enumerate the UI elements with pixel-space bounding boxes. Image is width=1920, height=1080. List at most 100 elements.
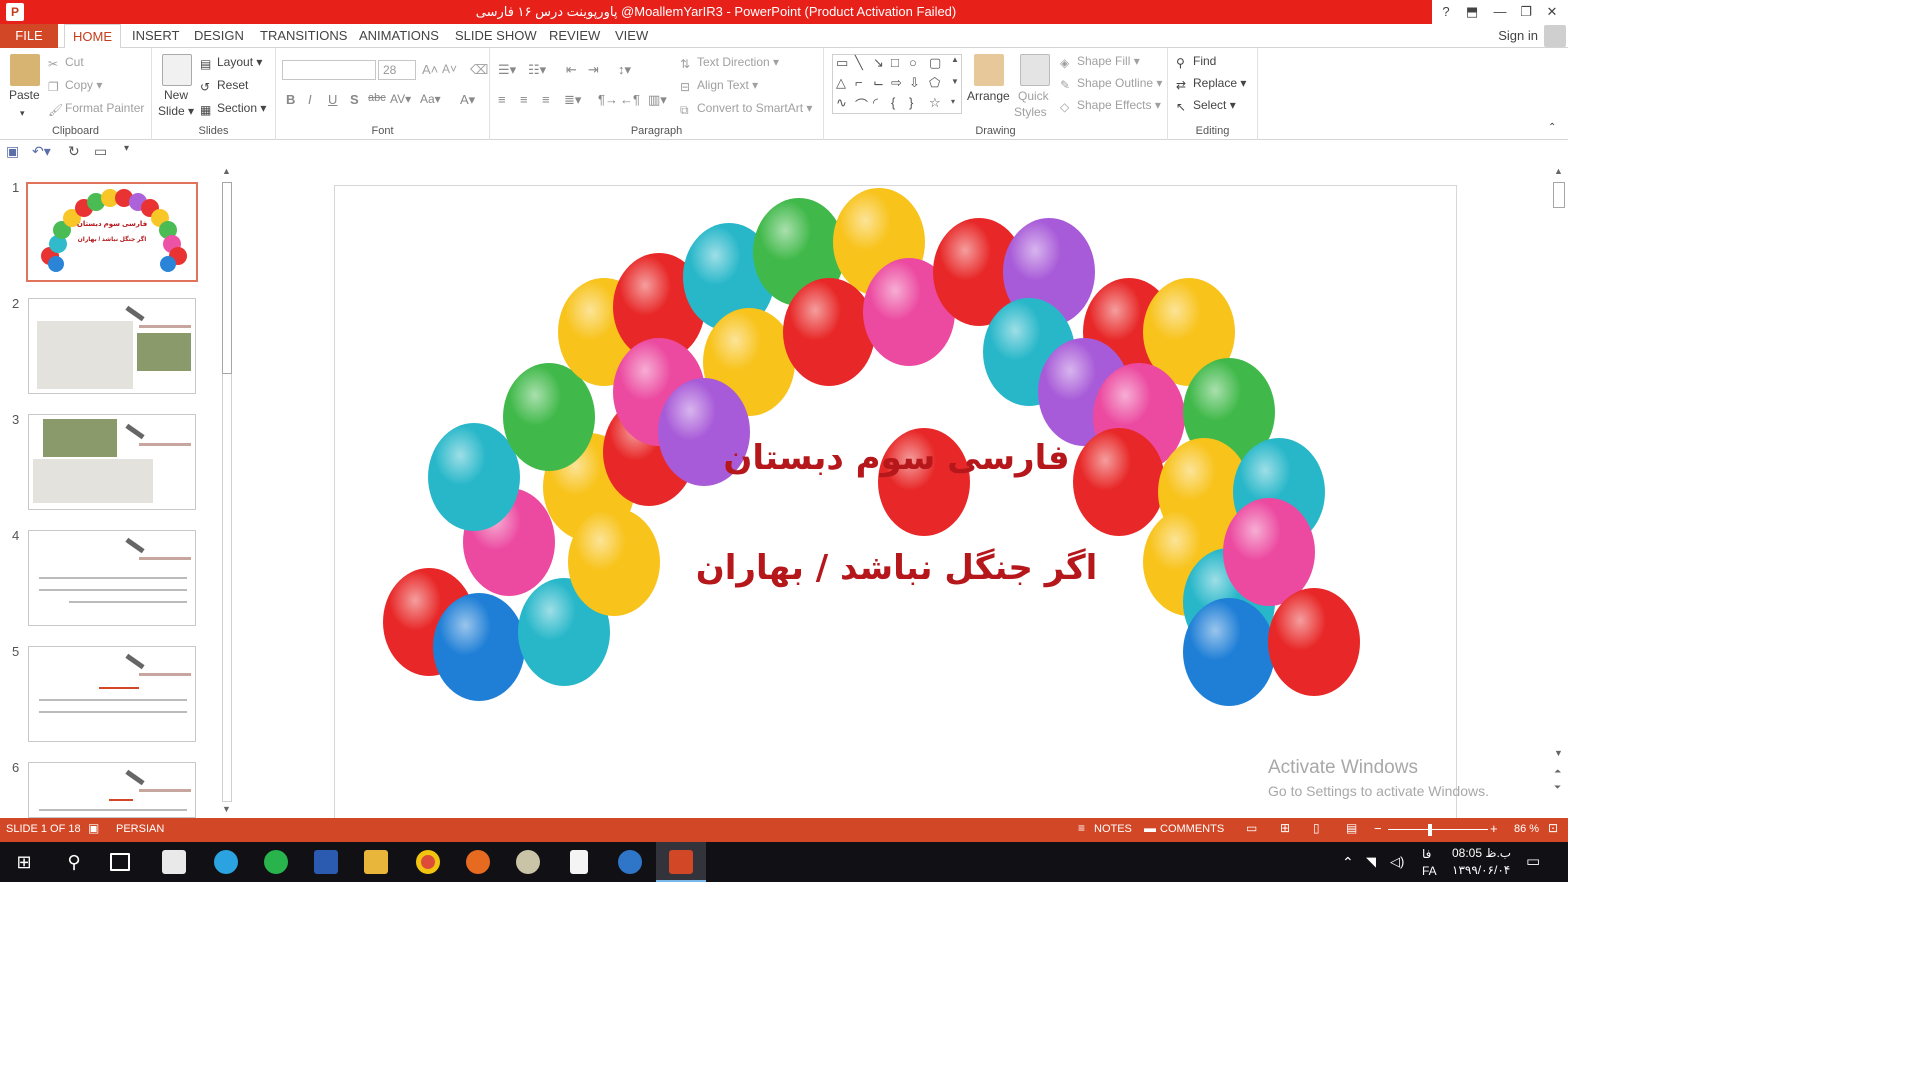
scroll-down-icon[interactable]: ▼ [222, 804, 231, 814]
slide-sorter-icon[interactable]: ⊞ [1280, 821, 1290, 835]
balloon-arch-graphic[interactable] [335, 186, 1458, 826]
reading-view-icon[interactable]: ▯ [1313, 821, 1320, 835]
shapes-gallery[interactable]: ▭ ╲ ↘ □ ○ ▢ △ ⌐ ⌙ ⇨ ⇩ ⬠ ∿ ⌒ ◜ { } ☆ ▲ ▼ … [832, 54, 962, 114]
font-color-icon[interactable]: A▾ [460, 92, 475, 108]
chrome-icon[interactable] [416, 850, 440, 874]
previous-slide-icon[interactable]: ⏶ [1554, 766, 1561, 777]
columns-icon[interactable]: ▥▾ [648, 92, 667, 108]
zoom-slider-track[interactable] [1388, 829, 1488, 830]
slide-scrollbar[interactable]: ▲ ▼ ⏶ ⏷ [1550, 164, 1568, 818]
grow-font-icon[interactable]: A˄ [422, 62, 438, 77]
arrow-line-shape-icon[interactable]: ↘ [873, 55, 884, 71]
elbow-connector-shape-icon[interactable]: ⌐ [855, 75, 863, 90]
slide-title[interactable]: فارسی سوم دبستان [335, 438, 1458, 478]
textbox-shape-icon[interactable]: ▭ [836, 55, 848, 71]
slide-subtitle[interactable]: اگر جنگل نباشد / بهاران [335, 548, 1458, 588]
curve-shape-icon[interactable]: ⌒ [855, 95, 868, 114]
tab-view[interactable]: VIEW [615, 24, 648, 48]
bullets-icon[interactable]: ☰▾ [498, 62, 516, 78]
arc-shape-icon[interactable]: ◜ [873, 95, 878, 111]
zoom-in-icon[interactable]: + [1490, 821, 1498, 836]
pentagon-shape-icon[interactable]: ⬠ [929, 75, 940, 91]
input-language[interactable]: FA [1422, 864, 1437, 878]
language-indicator[interactable]: PERSIAN [116, 823, 164, 835]
font-size-combo[interactable]: 28 [378, 60, 416, 80]
restore-button[interactable]: ❐ [1514, 2, 1538, 22]
calculator-icon[interactable] [162, 850, 186, 874]
telegram-icon[interactable] [214, 850, 238, 874]
down-arrow-shape-icon[interactable]: ⇩ [909, 75, 920, 91]
numbering-icon[interactable]: ☷▾ [528, 62, 546, 78]
ribbon-display-options-icon[interactable]: ⬒ [1460, 2, 1484, 22]
underline-icon[interactable]: U [328, 92, 337, 107]
fit-to-window-icon[interactable]: ⊡ [1548, 821, 1558, 835]
shape-fill-button[interactable]: ◈ Shape Fill ▾ [1060, 54, 1140, 70]
shadow-icon[interactable]: S [350, 92, 359, 107]
reset-button[interactable]: ↺ Reset [200, 78, 248, 94]
oval-shape-icon[interactable]: ○ [909, 55, 917, 70]
quick-styles-dropdown[interactable]: Styles [1014, 105, 1047, 119]
next-slide-icon[interactable]: ⏷ [1554, 782, 1561, 793]
shape-outline-button[interactable]: ✎ Shape Outline ▾ [1060, 76, 1162, 92]
customize-qat-icon[interactable]: ▾ [124, 143, 129, 154]
slide-thumbnail-1[interactable]: فارسی سوم دبستان اگر جنگل نباشد / بهاران [26, 182, 198, 282]
right-brace-shape-icon[interactable]: } [909, 95, 913, 110]
italic-icon[interactable]: I [308, 92, 312, 107]
cut-button[interactable]: ✂ Cut [48, 55, 84, 71]
notes-button[interactable]: NOTES [1094, 823, 1132, 835]
scroll-thumb[interactable] [1553, 182, 1565, 208]
close-button[interactable]: ✕ [1540, 2, 1564, 22]
freeform-shape-icon[interactable]: ∿ [836, 95, 847, 111]
zoom-slider-thumb[interactable] [1428, 824, 1432, 836]
avatar[interactable] [1544, 25, 1566, 47]
slide-thumbnail-2[interactable] [28, 298, 196, 394]
font-name-combo[interactable] [282, 60, 376, 80]
paste-dropdown-icon[interactable]: ▾ [20, 108, 25, 119]
file-explorer-icon[interactable] [364, 850, 388, 874]
gallery-up-icon[interactable]: ▲ [951, 55, 959, 64]
text-direction-button[interactable]: ⇅ Text Direction ▾ [680, 55, 779, 71]
select-button[interactable]: ↖ Select ▾ [1176, 98, 1236, 114]
app-icon[interactable] [618, 850, 642, 874]
section-button[interactable]: ▦ Section ▾ [200, 101, 266, 117]
save-icon[interactable]: ▣ [6, 143, 19, 160]
decrease-indent-icon[interactable]: ⇤ [566, 62, 577, 78]
align-right-icon[interactable]: ≡ [542, 92, 550, 107]
tab-slide-show[interactable]: SLIDE SHOW [455, 24, 537, 48]
scroll-down-icon[interactable]: ▼ [1554, 748, 1563, 758]
task-view-icon[interactable] [110, 853, 130, 871]
spelling-icon[interactable]: ▣ [88, 821, 99, 835]
replace-button[interactable]: ⇄ Replace ▾ [1176, 76, 1246, 92]
arrange-button[interactable]: Arrange [967, 89, 1010, 103]
tab-transitions[interactable]: TRANSITIONS [260, 24, 347, 48]
scroll-up-icon[interactable]: ▲ [1554, 166, 1563, 176]
line-shape-icon[interactable]: ╲ [855, 55, 863, 71]
powerpoint-taskbar-icon[interactable] [669, 850, 693, 874]
scroll-thumb[interactable] [222, 182, 232, 374]
rectangle-shape-icon[interactable]: □ [891, 55, 899, 70]
gallery-more-icon[interactable]: ▾ [951, 97, 955, 106]
zoom-level[interactable]: 86 % [1514, 823, 1539, 835]
slide-thumbnail-3[interactable] [28, 414, 196, 510]
elbow-arrow-shape-icon[interactable]: ⌙ [873, 75, 884, 91]
current-slide[interactable]: فارسی سوم دبستان اگر جنگل نباشد / بهاران [334, 185, 1457, 825]
zoom-out-icon[interactable]: − [1374, 821, 1382, 836]
shrink-font-icon[interactable]: A˅ [442, 62, 457, 76]
star-shape-icon[interactable]: ☆ [929, 95, 941, 111]
start-slideshow-icon[interactable]: ▭ [94, 143, 107, 160]
tab-file[interactable]: FILE [0, 24, 58, 48]
copy-button[interactable]: ❐ Copy ▾ [48, 78, 102, 94]
clock-time[interactable]: ب.ظ 08:05 [1452, 846, 1511, 860]
align-center-icon[interactable]: ≡ [520, 92, 528, 107]
tab-review[interactable]: REVIEW [549, 24, 600, 48]
rtl-icon[interactable]: ←¶ [620, 92, 640, 107]
find-button[interactable]: ⚲ Find [1176, 54, 1216, 70]
network-icon[interactable]: ◥ [1366, 854, 1376, 870]
slideshow-view-icon[interactable]: ▤ [1346, 821, 1357, 835]
quick-styles-button[interactable]: Quick [1018, 89, 1049, 103]
normal-view-icon[interactable]: ▭ [1246, 821, 1257, 835]
help-icon[interactable]: ? [1434, 2, 1458, 22]
clock-date[interactable]: ۱۳۹۹/۰۶/۰۴ [1452, 863, 1510, 877]
new-slide-dropdown[interactable]: Slide ▾ [158, 104, 194, 118]
slide-thumbnail-5[interactable] [28, 646, 196, 742]
